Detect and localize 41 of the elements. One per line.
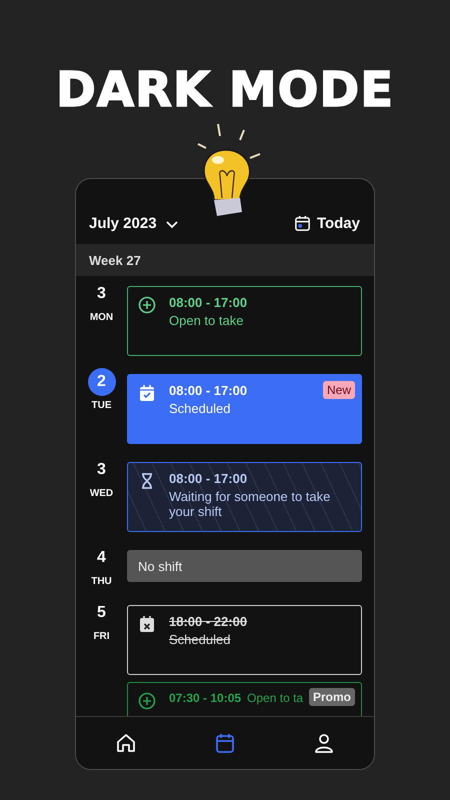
weekday-label: THU [91,576,112,587]
shift-tag: New [322,381,355,399]
plus-circle-icon [138,296,156,314]
weekday-label: MON [90,312,114,323]
week-label: Week 27 [89,252,141,268]
shift-card[interactable]: 08:00 - 17:00 Waiting for someone to take your shift [127,462,362,532]
weekday-label: WED [90,488,114,499]
calendar-icon [214,732,236,754]
day-number: 2 [88,368,116,396]
day-number: 4 [96,548,107,568]
calendar-icon [294,215,311,232]
shift-status: Waiting for someone to take your shift [169,489,332,519]
calendar-check-icon [138,384,156,402]
day-number: 3 [96,284,107,304]
day-number: 3 [96,460,107,480]
today-button[interactable]: Today [294,215,360,232]
shift-tag: Promo [308,688,355,706]
chevron-down-icon [164,218,179,228]
shift-card[interactable]: 08:00 - 17:00 Open to take [127,286,362,356]
shift-status: Scheduled [169,632,232,647]
shift-time: 08:00 - 17:00 [169,471,248,486]
shift-card[interactable]: 18:00 - 22:00 Scheduled [127,605,362,675]
weekday-label: TUE [92,400,112,411]
month-selector[interactable]: July 2023 [89,215,179,232]
shift-card[interactable]: 08:00 - 17:00 Scheduled New [127,374,362,444]
shift-card[interactable]: No shift [127,550,362,582]
shift-time: 08:00 - 17:00 [169,295,248,310]
shift-time: 07:30 - 10:05 [169,691,242,705]
shift-status: No shift [138,558,182,574]
shift-status: Open to take [169,313,244,328]
shift-time: 08:00 - 17:00 [169,383,248,398]
shift-status: Open to ta [247,691,304,705]
headline: DARK MODE [54,62,396,118]
shift-status: Scheduled [169,401,232,416]
day-number: 5 [96,603,107,623]
weekday-label: FRI [93,631,110,642]
shift-time: 18:00 - 22:00 [169,614,248,629]
home-icon [114,732,137,754]
person-icon [313,732,336,754]
plus-circle-icon [138,692,156,710]
calendar-x-icon [138,615,156,633]
